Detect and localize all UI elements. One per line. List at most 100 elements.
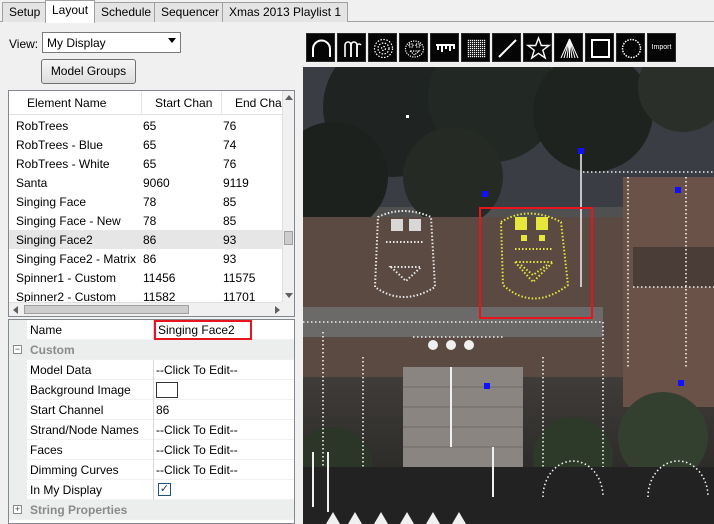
table-row[interactable]: Singing Face2 - Matrix 86 93 <box>9 249 284 268</box>
table-row[interactable]: Singing Face2 86 93 <box>9 230 284 249</box>
category-label: String Properties <box>30 503 128 517</box>
strand-node-names-value[interactable]: --Click To Edit-- <box>156 423 238 437</box>
property-gutter <box>9 480 27 500</box>
property-row-in-my-display[interactable]: In My Display ✓ <box>9 480 294 500</box>
property-row-model-data[interactable]: Model Data --Click To Edit-- <box>9 360 294 380</box>
scroll-down-icon[interactable] <box>285 293 293 298</box>
import-icon[interactable]: Import <box>647 33 676 62</box>
layout-preview-canvas[interactable] <box>303 67 714 524</box>
view-dropdown[interactable]: My Display <box>42 32 181 53</box>
matrix-icon[interactable] <box>461 33 490 62</box>
star-icon[interactable] <box>523 33 552 62</box>
expand-icon[interactable]: + <box>13 505 22 514</box>
scroll-up-icon[interactable] <box>285 95 293 100</box>
single-line-icon[interactable] <box>492 33 521 62</box>
category-string-properties[interactable]: + String Properties <box>9 500 294 520</box>
property-gutter <box>9 320 27 340</box>
layout-left-panel: View: My Display Model Groups Element Na… <box>0 22 300 524</box>
scrollbar-thumb[interactable] <box>24 305 189 314</box>
star-circle-icon[interactable] <box>368 33 397 62</box>
tab-layout[interactable]: Layout <box>45 0 96 23</box>
scrollbar-thumb[interactable] <box>284 231 293 245</box>
table-row[interactable]: RobTrees - White 65 76 <box>9 154 284 173</box>
element-name-cell: Singing Face <box>16 195 87 209</box>
property-row-strand-node-names[interactable]: Strand/Node Names --Click To Edit-- <box>9 420 294 440</box>
model-data-value[interactable]: --Click To Edit-- <box>156 363 238 377</box>
category-label: Custom <box>30 343 75 357</box>
scroll-left-icon[interactable] <box>13 306 18 314</box>
arch-icon[interactable] <box>306 33 335 62</box>
dimming-curves-value[interactable]: --Click To Edit-- <box>156 463 238 477</box>
property-label: Dimming Curves <box>30 463 119 477</box>
element-list-vertical-scrollbar[interactable] <box>282 91 294 302</box>
scroll-right-icon[interactable] <box>275 306 280 314</box>
column-header-start-chan[interactable]: Start Chan <box>155 96 212 110</box>
import-label: Import <box>651 44 672 51</box>
table-row[interactable]: Spinner1 - Custom 11456 11575 <box>9 268 284 287</box>
model-groups-button[interactable]: Model Groups <box>41 59 136 84</box>
property-label: Faces <box>30 443 63 457</box>
table-row[interactable]: Singing Face 78 85 <box>9 192 284 211</box>
property-label: Strand/Node Names <box>30 423 139 437</box>
property-row-name[interactable]: Name Singing Face2 <box>9 320 294 340</box>
in-my-display-checkbox[interactable]: ✓ <box>158 483 171 496</box>
name-field[interactable]: Singing Face2 <box>154 320 252 340</box>
house-background-image <box>303 67 714 524</box>
table-row[interactable]: RobTrees 65 76 <box>9 116 284 135</box>
table-row[interactable]: Santa 9060 9119 <box>9 173 284 192</box>
chevron-down-icon <box>168 38 176 43</box>
start-channel-value[interactable]: 86 <box>156 403 169 417</box>
column-header-element-name[interactable]: Element Name <box>27 96 106 110</box>
column-divider[interactable] <box>221 91 222 115</box>
table-row[interactable]: RobTrees - Blue 65 74 <box>9 135 284 154</box>
element-name-cell: RobTrees - Blue <box>16 138 103 152</box>
window-frame-icon[interactable] <box>585 33 614 62</box>
element-name-cell: Singing Face - New <box>16 214 121 228</box>
collapse-icon[interactable]: − <box>13 345 22 354</box>
element-list-horizontal-scrollbar[interactable] <box>9 302 284 316</box>
view-label: View: <box>9 37 39 51</box>
property-gutter <box>9 460 27 480</box>
table-row[interactable]: Spinner2 - Custom 11582 11701 <box>9 287 284 302</box>
property-row-faces[interactable]: Faces --Click To Edit-- <box>9 440 294 460</box>
category-custom[interactable]: − Custom <box>9 340 294 360</box>
end-chan-cell: 93 <box>223 233 237 247</box>
tab-sequencer[interactable]: Sequencer <box>154 2 227 22</box>
start-chan-cell: 78 <box>143 214 157 228</box>
property-label: In My Display <box>30 483 103 497</box>
tab-setup[interactable]: Setup <box>2 2 48 22</box>
start-chan-cell: 65 <box>143 157 157 171</box>
end-chan-cell: 11575 <box>223 271 256 285</box>
end-chan-cell: 76 <box>223 119 237 133</box>
start-chan-cell: 86 <box>143 252 157 266</box>
tree-icon[interactable] <box>554 33 583 62</box>
element-list-header: Element Name Start Chan End Cha <box>9 91 284 115</box>
element-rows: RobTrees 65 76 RobTrees - Blue 65 74 RobTrees … <box>9 116 284 302</box>
faces-value[interactable]: --Click To Edit-- <box>156 443 238 457</box>
start-chan-cell: 65 <box>143 119 157 133</box>
property-label: Name <box>30 323 63 337</box>
end-chan-cell: 11701 <box>223 290 256 302</box>
property-row-dimming-curves[interactable]: Dimming Curves --Click To Edit-- <box>9 460 294 480</box>
element-name-cell: RobTrees <box>16 119 69 133</box>
column-header-end-chan[interactable]: End Cha <box>235 96 282 110</box>
end-chan-cell: 85 <box>223 214 237 228</box>
table-row[interactable]: Singing Face - New 78 85 <box>9 211 284 230</box>
end-chan-cell: 76 <box>223 157 237 171</box>
circle-icon[interactable] <box>616 33 645 62</box>
background-image-swatch[interactable] <box>156 382 178 398</box>
column-divider[interactable] <box>141 91 142 115</box>
icicles-icon[interactable] <box>430 33 459 62</box>
singing-face-icon[interactable] <box>399 33 428 62</box>
property-row-background-image[interactable]: Background Image <box>9 380 294 400</box>
candy-cane-icon[interactable] <box>337 33 366 62</box>
tab-schedule[interactable]: Schedule <box>94 2 159 22</box>
tab-playlist[interactable]: Xmas 2013 Playlist 1 <box>222 2 349 22</box>
property-row-start-channel[interactable]: Start Channel 86 <box>9 400 294 420</box>
property-divider <box>153 360 154 380</box>
element-name-cell: Spinner1 - Custom <box>16 271 117 285</box>
property-divider <box>153 440 154 460</box>
property-gutter <box>9 400 27 420</box>
end-chan-cell: 74 <box>223 138 237 152</box>
property-divider <box>153 420 154 440</box>
